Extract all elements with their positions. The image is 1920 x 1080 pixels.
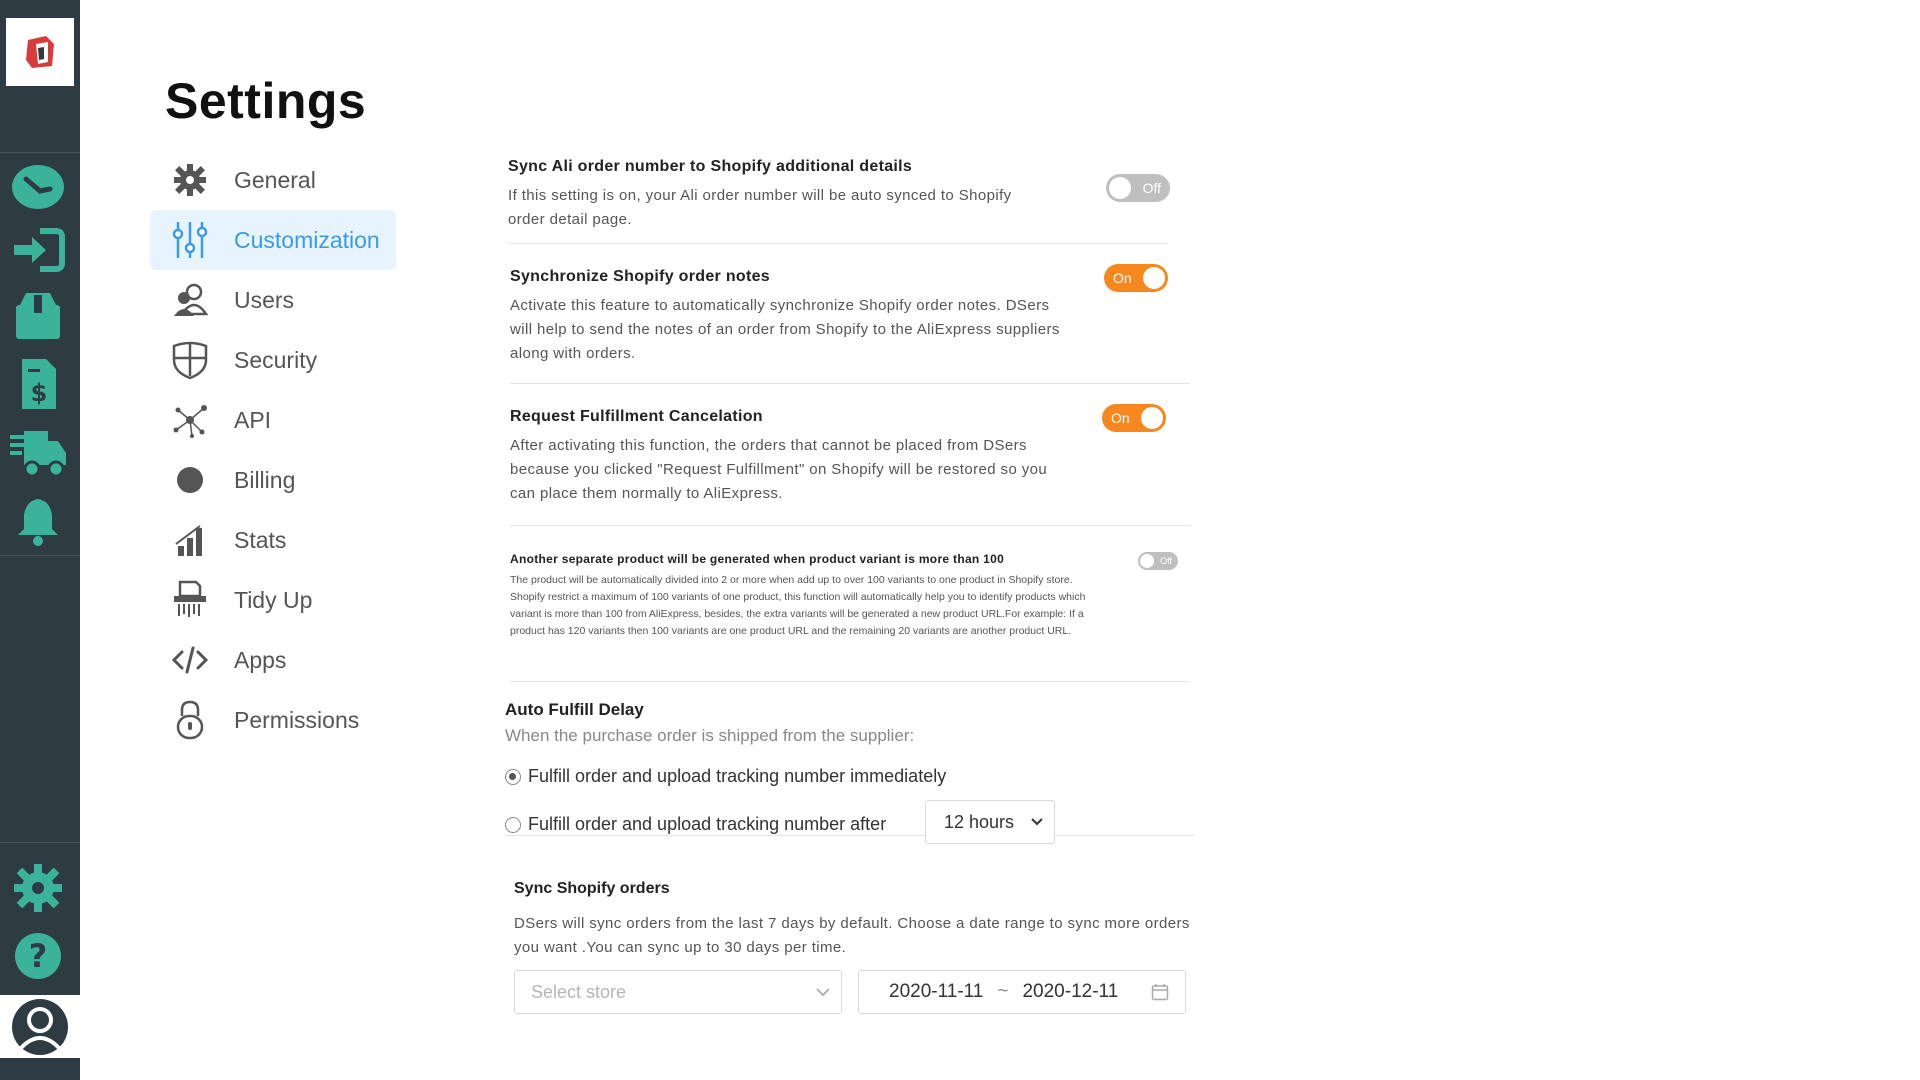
nav-item-customization[interactable]: Customization bbox=[150, 210, 396, 270]
sync-ali-order-toggle[interactable]: Off bbox=[1106, 174, 1170, 202]
nav-label: Permissions bbox=[234, 706, 360, 733]
sliders-icon bbox=[160, 216, 220, 264]
nav-label: Users bbox=[234, 286, 295, 313]
shredder-icon bbox=[160, 576, 220, 624]
auto-fulfill-subtitle: When the purchase order is shipped from … bbox=[505, 726, 915, 745]
nav-label: Tidy Up bbox=[234, 586, 313, 613]
nav-label: Apps bbox=[234, 646, 287, 673]
toggle-label: Off bbox=[1160, 556, 1172, 566]
stats-icon bbox=[160, 516, 220, 564]
gear-icon bbox=[160, 156, 220, 204]
setting-title: Another separate product will be generat… bbox=[510, 552, 1005, 566]
date-from: 2020-11-11 bbox=[889, 981, 984, 1002]
nav-label: Stats bbox=[234, 526, 287, 553]
page-title: Settings bbox=[165, 73, 367, 129]
rail-divider bbox=[0, 152, 80, 153]
setting-title: Request Fulfillment Cancelation bbox=[510, 408, 763, 425]
settings-nav: General Customization Users Security API… bbox=[150, 150, 396, 750]
toggle-knob bbox=[1143, 267, 1165, 289]
lock-icon bbox=[160, 696, 220, 744]
nav-label: General bbox=[234, 166, 316, 193]
gear-icon[interactable] bbox=[8, 862, 68, 914]
app-logo[interactable] bbox=[6, 18, 74, 86]
select-placeholder: Select store bbox=[531, 981, 627, 1002]
user-avatar-icon[interactable] bbox=[0, 995, 80, 1058]
toggle-knob bbox=[1109, 177, 1131, 199]
toggle-label: On bbox=[1111, 410, 1130, 426]
svg-text:$: $ bbox=[31, 379, 48, 407]
shield-icon bbox=[160, 336, 220, 384]
date-separator: ~ bbox=[997, 981, 1009, 1002]
date-range-picker[interactable]: 2020-11-11 ~ 2020-12-11 bbox=[858, 970, 1186, 1014]
nav-label: API bbox=[234, 406, 272, 433]
shipping-truck-icon[interactable] bbox=[8, 428, 68, 480]
split-variants-toggle[interactable]: Off bbox=[1138, 552, 1178, 570]
billing-icon bbox=[160, 456, 220, 504]
date-to: 2020-12-11 bbox=[1022, 981, 1119, 1002]
select-store-dropdown[interactable]: Select store bbox=[514, 970, 842, 1014]
toggle-label: On bbox=[1113, 270, 1132, 286]
setting-title: Sync Ali order number to Shopify additio… bbox=[508, 158, 913, 175]
toggle-knob bbox=[1140, 554, 1154, 568]
nav-item-billing[interactable]: Billing bbox=[150, 450, 396, 510]
chevron-down-icon bbox=[1031, 818, 1043, 826]
sync-shopify-orders-section: Sync Shopify orders DSers will sync orde… bbox=[514, 880, 1204, 1030]
nav-item-permissions[interactable]: Permissions bbox=[150, 690, 396, 750]
dsers-logo-icon bbox=[26, 36, 54, 68]
radio-unchecked[interactable] bbox=[505, 816, 521, 833]
fulfill-immediately-option[interactable]: Fulfill order and upload tracking number… bbox=[505, 766, 946, 787]
nav-item-tidy-up[interactable]: Tidy Up bbox=[150, 570, 396, 630]
bell-icon[interactable] bbox=[8, 496, 68, 548]
help-icon[interactable]: ? bbox=[8, 930, 68, 982]
nav-item-security[interactable]: Security bbox=[150, 330, 396, 390]
nav-item-stats[interactable]: Stats bbox=[150, 510, 396, 570]
network-icon bbox=[160, 396, 220, 444]
nav-item-users[interactable]: Users bbox=[150, 270, 396, 330]
users-icon bbox=[160, 276, 220, 324]
nav-label: Customization bbox=[234, 226, 380, 253]
setting-description: Activate this feature to automatically s… bbox=[510, 297, 1060, 362]
rail-divider bbox=[0, 555, 80, 556]
delay-hours-select[interactable]: 12 hours bbox=[925, 800, 1055, 844]
nav-item-general[interactable]: General bbox=[150, 150, 396, 210]
auto-fulfill-title: Auto Fulfill Delay bbox=[505, 700, 644, 719]
import-icon[interactable] bbox=[8, 224, 68, 276]
select-value: 12 hours bbox=[944, 811, 1015, 832]
setting-description: After activating this function, the orde… bbox=[510, 437, 1048, 502]
dashboard-icon[interactable] bbox=[8, 158, 68, 210]
sync-orders-title: Sync Shopify orders bbox=[514, 880, 670, 897]
setting-sync-ali-order-number: Sync Ali order number to Shopify additio… bbox=[508, 158, 1170, 244]
code-icon bbox=[160, 636, 220, 684]
app-sidebar: $ ? bbox=[0, 0, 80, 1080]
radio-label: Fulfill order and upload tracking number… bbox=[528, 766, 947, 786]
setting-sync-order-notes: Synchronize Shopify order notes Activate… bbox=[510, 264, 1190, 384]
nav-label: Billing bbox=[234, 466, 296, 493]
toggle-knob bbox=[1141, 407, 1163, 429]
calendar-icon bbox=[1151, 984, 1169, 1001]
setting-title: Synchronize Shopify order notes bbox=[510, 268, 771, 285]
auto-fulfill-section: Auto Fulfill Delay When the purchase ord… bbox=[505, 700, 1195, 844]
request-fulfillment-toggle[interactable]: On bbox=[1102, 404, 1166, 432]
toggle-label: Off bbox=[1142, 180, 1161, 196]
setting-description: If this setting is on, your Ali order nu… bbox=[508, 187, 1012, 228]
nav-item-apps[interactable]: Apps bbox=[150, 630, 396, 690]
chevron-down-icon bbox=[816, 988, 830, 997]
rail-divider bbox=[0, 842, 80, 843]
setting-request-fulfillment-cancelation: Request Fulfillment Cancelation After ac… bbox=[510, 404, 1190, 526]
nav-item-api[interactable]: API bbox=[150, 390, 396, 450]
setting-description: The product will be automatically divide… bbox=[510, 574, 1086, 637]
radio-label: Fulfill order and upload tracking number… bbox=[528, 814, 887, 834]
sync-order-notes-toggle[interactable]: On bbox=[1104, 264, 1168, 292]
fulfill-after-option[interactable]: Fulfill order and upload tracking number… bbox=[505, 814, 886, 835]
sync-orders-description: DSers will sync orders from the last 7 d… bbox=[514, 915, 1190, 956]
setting-split-variants: Another separate product will be generat… bbox=[510, 552, 1190, 682]
rail-footer bbox=[0, 1058, 80, 1080]
nav-label: Security bbox=[234, 346, 318, 373]
radio-checked[interactable] bbox=[505, 768, 521, 785]
box-icon[interactable] bbox=[8, 290, 68, 342]
invoice-icon[interactable]: $ bbox=[8, 358, 68, 410]
svg-text:?: ? bbox=[29, 937, 48, 975]
